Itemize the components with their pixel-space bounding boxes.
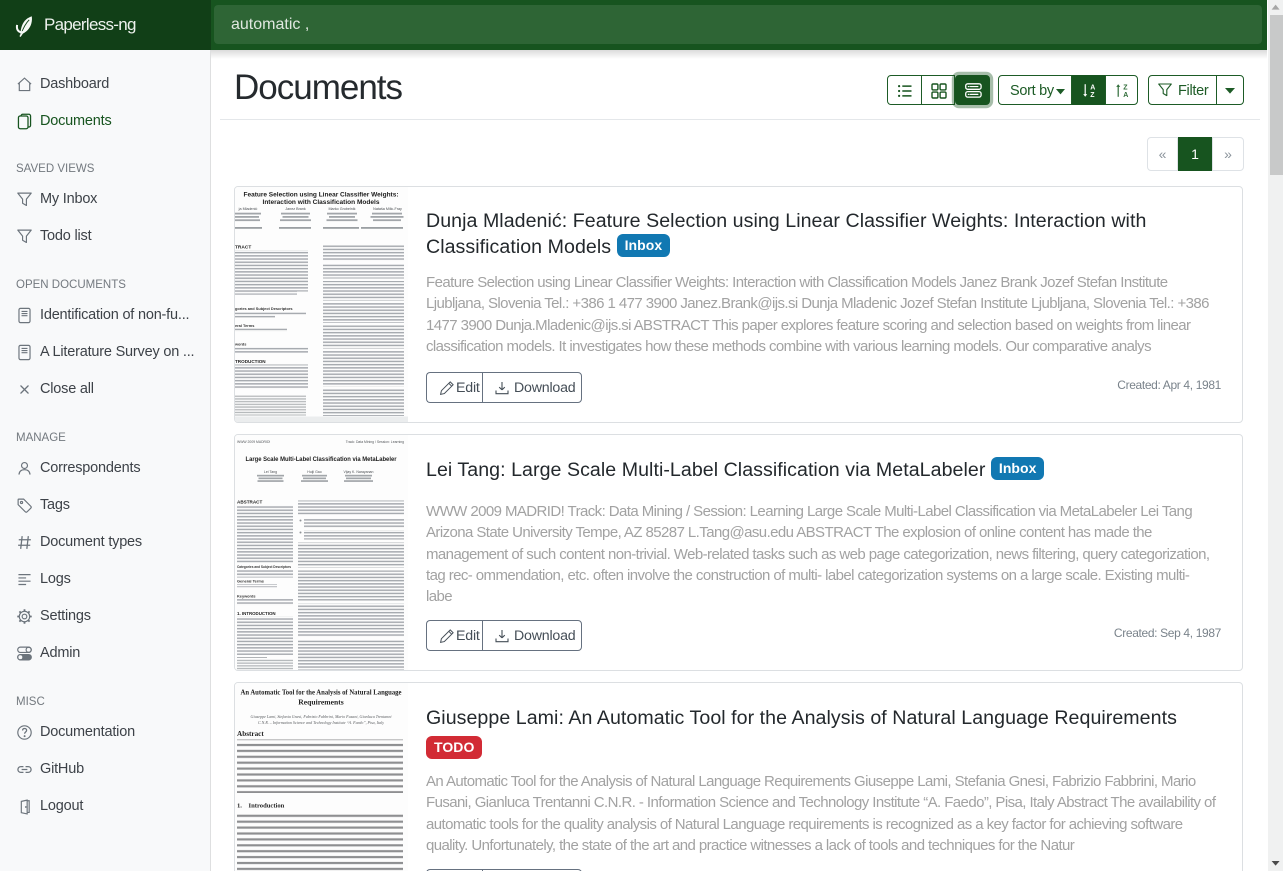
svg-text:ja Mladenić: ja Mladenić	[238, 207, 258, 211]
svg-text:ABSTRACT: ABSTRACT	[237, 500, 262, 505]
svg-text:Lei Tang: Lei Tang	[264, 470, 277, 474]
svg-text:Janez Brank: Janez Brank	[285, 207, 306, 211]
svg-text:Track: Data Mining / Session:: Track: Data Mining / Session: Learning	[346, 440, 404, 444]
svg-text:1. INTRODUCTION: 1. INTRODUCTION	[237, 611, 276, 616]
svg-text:Abstract: Abstract	[237, 730, 264, 738]
svg-text:Requirements: Requirements	[298, 698, 343, 707]
svg-text:gories and Subject Descriptors: gories and Subject Descriptors	[235, 306, 293, 311]
svg-text:Large Scale Multi-Label Classi: Large Scale Multi-Label Classification v…	[246, 456, 397, 463]
svg-text:WWW 2009 MADRID!: WWW 2009 MADRID!	[237, 440, 270, 444]
svg-text:Huiji Gao: Huiji Gao	[307, 470, 321, 474]
svg-text:An Automatic Tool for the Anal: An Automatic Tool for the Analysis of Na…	[241, 688, 403, 697]
svg-text:words: words	[235, 342, 246, 347]
svg-text:Categories and Subject Descrip: Categories and Subject Descriptors	[237, 565, 291, 569]
svg-text:1. Introduction: 1. Introduction	[237, 803, 285, 810]
svg-text:Z: Z	[1123, 84, 1128, 91]
svg-text:eral Terms: eral Terms	[235, 323, 254, 328]
svg-text:A: A	[1090, 84, 1095, 91]
svg-text:General Terms: General Terms	[237, 579, 264, 584]
svg-text:Keywords: Keywords	[237, 594, 256, 599]
svg-text:Marko Grobelnik: Marko Grobelnik	[328, 207, 355, 211]
svg-text:Nataša Milic-Fray: Nataša Milic-Fray	[373, 207, 402, 211]
svg-text:A: A	[1123, 92, 1128, 99]
svg-text:Interaction with Classificatio: Interaction with Classification Models	[263, 199, 380, 206]
svg-text:Vijay K. Narayanan: Vijay K. Narayanan	[344, 470, 374, 474]
svg-text:Feature Selection using Linear: Feature Selection using Linear Classifie…	[244, 192, 399, 199]
svg-text:Z: Z	[1090, 92, 1095, 99]
svg-text:TRACT: TRACT	[235, 245, 251, 251]
svg-text:TRODUCTION: TRODUCTION	[235, 359, 266, 364]
